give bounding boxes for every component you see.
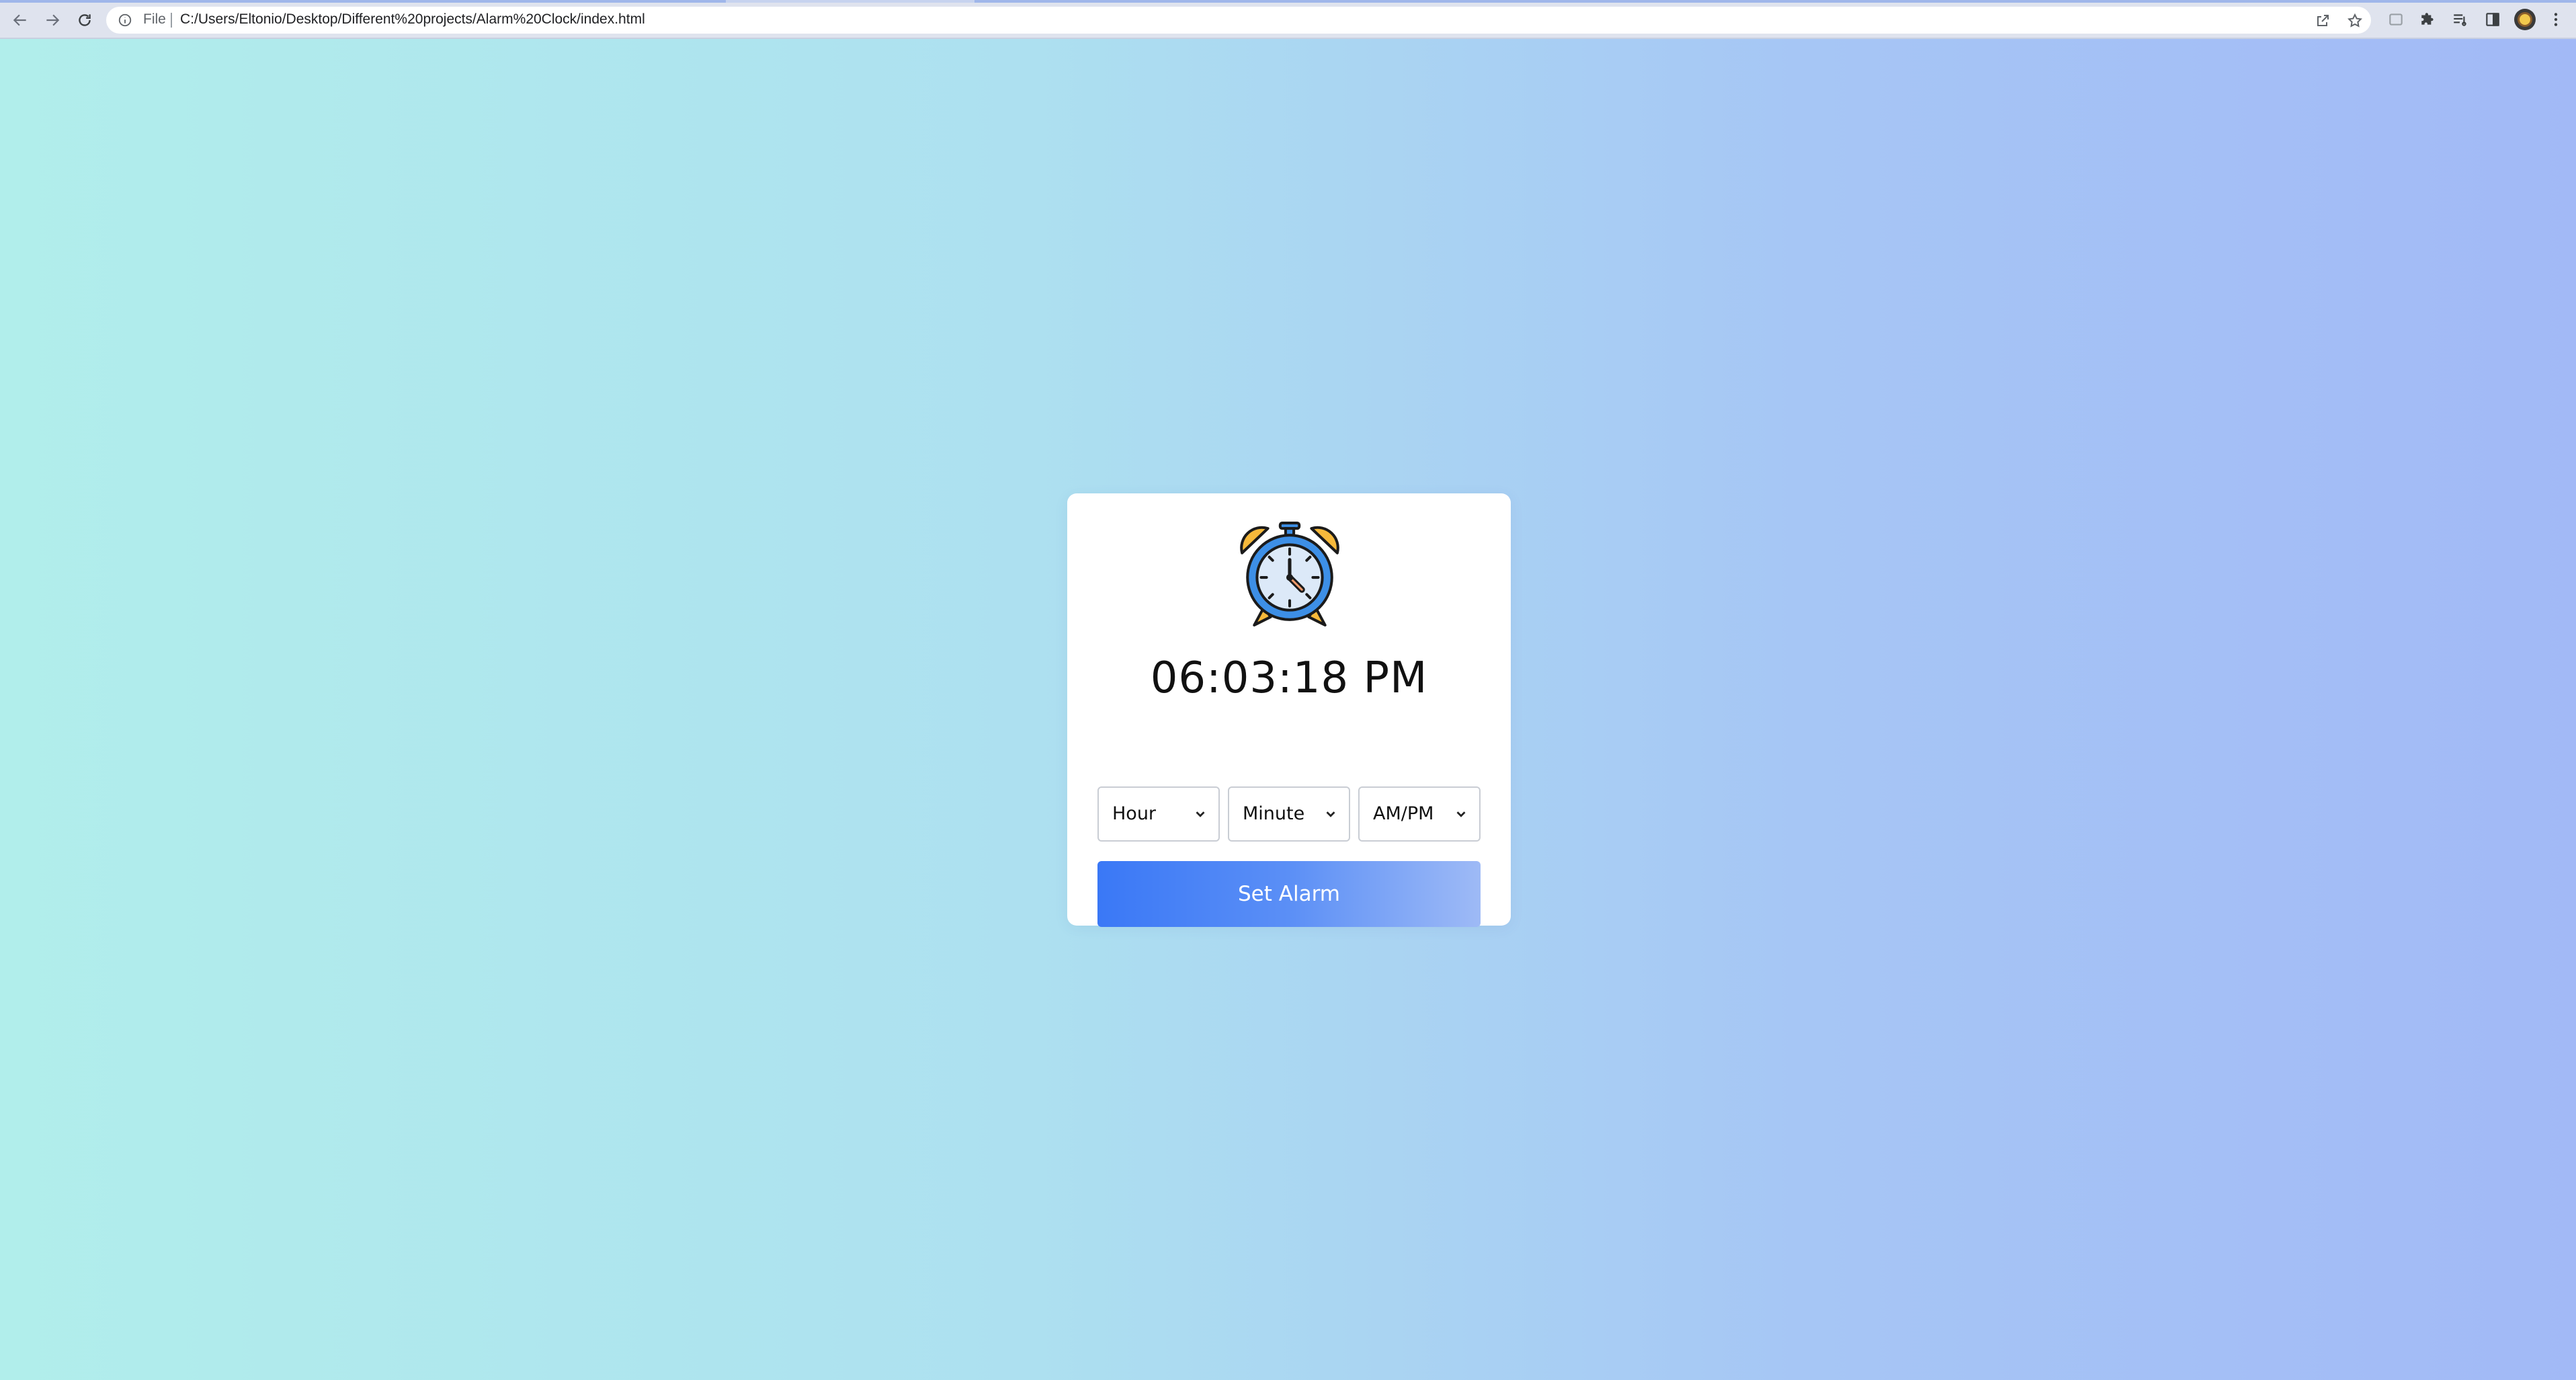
chevron-down-icon	[1454, 807, 1468, 821]
avatar-image	[2518, 12, 2532, 27]
star-icon[interactable]	[2346, 12, 2364, 30]
tab-strip-edge	[0, 0, 2576, 3]
hour-select[interactable]: Hour	[1097, 786, 1220, 842]
back-button[interactable]	[9, 9, 31, 31]
kebab-menu-icon[interactable]	[2546, 9, 2566, 30]
forward-button[interactable]	[42, 9, 63, 31]
chevron-down-icon	[1193, 807, 1208, 821]
arrow-right-icon	[46, 14, 60, 26]
address-divider	[171, 13, 172, 28]
ampm-select[interactable]: AM/PM	[1358, 786, 1481, 842]
scheme-label: File	[143, 11, 166, 27]
puzzle-icon[interactable]	[2418, 9, 2438, 30]
address-bar[interactable]: File C:/Users/Eltonio/Desktop/Different%…	[106, 7, 2371, 34]
ampm-select-label: AM/PM	[1373, 803, 1434, 824]
chevron-down-icon	[1323, 807, 1338, 821]
reading-list-icon[interactable]	[2450, 9, 2470, 30]
side-panel-icon[interactable]	[2483, 9, 2503, 30]
current-time: 06:03:18 PM	[1150, 653, 1428, 703]
alarm-clock-icon	[1240, 522, 1339, 626]
browser-toolbar: File C:/Users/Eltonio/Desktop/Different%…	[0, 0, 2576, 39]
hour-select-label: Hour	[1112, 803, 1157, 824]
reload-button[interactable]	[74, 9, 95, 31]
alarm-card: 06:03:18 PM Hour Minute AM/PM Set Alarm	[1067, 493, 1511, 927]
capture-icon[interactable]	[2386, 9, 2406, 30]
set-alarm-button[interactable]: Set Alarm	[1097, 861, 1481, 927]
share-icon[interactable]	[2314, 12, 2331, 30]
url-text[interactable]: C:/Users/Eltonio/Desktop/Different%20pro…	[180, 11, 645, 28]
avatar[interactable]	[2514, 9, 2536, 30]
info-icon[interactable]	[117, 12, 133, 28]
minute-select-label: Minute	[1243, 803, 1305, 824]
reload-icon	[79, 14, 91, 26]
arrow-left-icon	[13, 14, 26, 26]
page-background: 06:03:18 PM Hour Minute AM/PM Set Alarm	[0, 39, 2576, 1380]
minute-select[interactable]: Minute	[1228, 786, 1350, 842]
